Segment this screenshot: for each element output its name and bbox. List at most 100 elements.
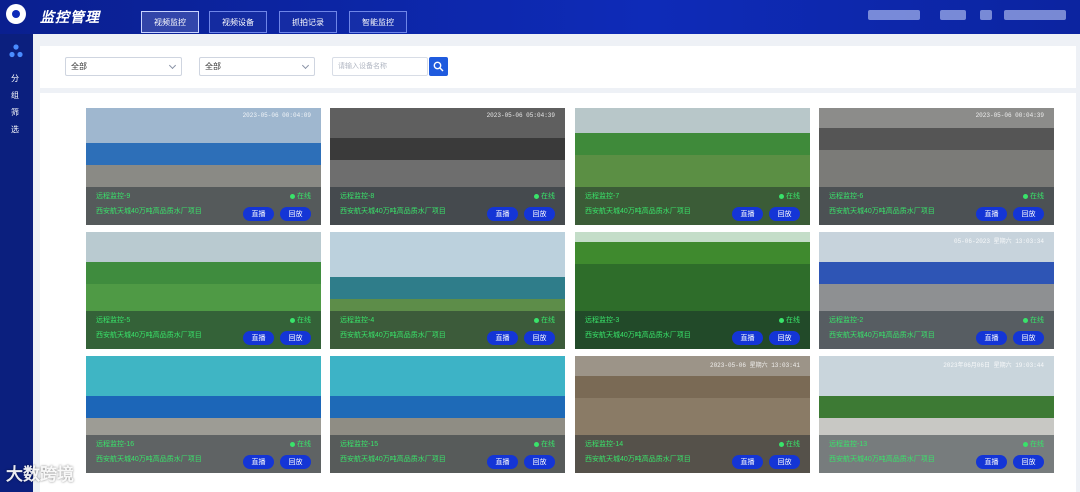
camera-card[interactable]: 远程监控-5 西安航天城40万吨高品质水厂项目 在线 直播 回放 bbox=[86, 232, 321, 349]
camera-card[interactable]: 2023-05-06 星期六 13:03:41 远程监控-14 西安航天城40万… bbox=[575, 356, 810, 473]
live-button[interactable]: 直播 bbox=[976, 331, 1007, 345]
playback-button[interactable]: 回放 bbox=[280, 207, 311, 221]
sidebar-label: 筛 bbox=[11, 108, 19, 117]
group-tree-icon[interactable] bbox=[9, 44, 23, 58]
online-dot-icon bbox=[779, 441, 784, 447]
camera-card[interactable]: 2023-05-06 00:04:39 远程监控-6 西安航天城40万吨高品质水… bbox=[819, 108, 1054, 225]
camera-card[interactable]: 远程监控-16 西安航天城40万吨高品质水厂项目 在线 直播 回放 bbox=[86, 356, 321, 473]
camera-card[interactable]: 远程监控-3 西安航天城40万吨高品质水厂项目 在线 直播 回放 bbox=[575, 232, 810, 349]
playback-button[interactable]: 回放 bbox=[1013, 207, 1044, 221]
camera-name: 远程监控-15 bbox=[340, 441, 379, 448]
status-text: 在线 bbox=[786, 317, 800, 324]
status-text: 在线 bbox=[1030, 193, 1044, 200]
tab-video-monitor[interactable]: 视频监控 bbox=[141, 11, 199, 33]
camera-project: 西安航天城40万吨高品质水厂项目 bbox=[829, 208, 935, 215]
camera-project: 西安航天城40万吨高品质水厂项目 bbox=[585, 208, 691, 215]
status-badge: 在线 bbox=[779, 439, 800, 449]
playback-button[interactable]: 回放 bbox=[1013, 331, 1044, 345]
status-text: 在线 bbox=[1030, 317, 1044, 324]
camera-card[interactable]: 2023-05-06 05:04:39 远程监控-8 西安航天城40万吨高品质水… bbox=[330, 108, 565, 225]
camera-card[interactable]: 远程监控-15 西安航天城40万吨高品质水厂项目 在线 直播 回放 bbox=[330, 356, 565, 473]
device-search-input[interactable]: 请输入设备名称 bbox=[332, 57, 428, 76]
status-text: 在线 bbox=[786, 441, 800, 448]
project-select[interactable]: 全部 bbox=[65, 57, 182, 76]
status-badge: 在线 bbox=[779, 191, 800, 201]
online-dot-icon bbox=[1023, 317, 1028, 323]
camera-name: 远程监控-4 bbox=[340, 317, 375, 324]
tab-smart-monitor[interactable]: 智能监控 bbox=[349, 11, 407, 33]
online-dot-icon bbox=[534, 441, 539, 447]
playback-button[interactable]: 回放 bbox=[769, 207, 800, 221]
camera-name: 远程监控-8 bbox=[340, 193, 375, 200]
status-badge: 在线 bbox=[1023, 439, 1044, 449]
playback-button[interactable]: 回放 bbox=[769, 455, 800, 469]
camera-name: 远程监控-14 bbox=[585, 441, 624, 448]
camera-name: 远程监控-13 bbox=[829, 441, 868, 448]
camera-card[interactable]: 远程监控-4 西安航天城40万吨高品质水厂项目 在线 直播 回放 bbox=[330, 232, 565, 349]
status-text: 在线 bbox=[297, 317, 311, 324]
playback-button[interactable]: 回放 bbox=[280, 455, 311, 469]
filter-bar: 全部 全部 请输入设备名称 bbox=[40, 46, 1076, 88]
camera-project: 西安航天城40万吨高品质水厂项目 bbox=[340, 332, 446, 339]
playback-button[interactable]: 回放 bbox=[769, 331, 800, 345]
status-badge: 在线 bbox=[290, 315, 311, 325]
camera-name: 远程监控-5 bbox=[96, 317, 131, 324]
status-badge: 在线 bbox=[534, 439, 555, 449]
status-badge: 在线 bbox=[1023, 315, 1044, 325]
playback-button[interactable]: 回放 bbox=[280, 331, 311, 345]
live-button[interactable]: 直播 bbox=[732, 331, 763, 345]
blurred-user-info bbox=[1004, 10, 1066, 20]
camera-project: 西安航天城40万吨高品质水厂项目 bbox=[829, 332, 935, 339]
camera-timestamp: 2023-05-06 00:04:39 bbox=[975, 112, 1044, 119]
online-dot-icon bbox=[290, 317, 295, 323]
online-dot-icon bbox=[290, 441, 295, 447]
camera-project: 西安航天城40万吨高品质水厂项目 bbox=[96, 208, 202, 215]
camera-card[interactable]: 2023年06月06日 星期六 19:03:44 远程监控-13 西安航天城40… bbox=[819, 356, 1054, 473]
live-button[interactable]: 直播 bbox=[976, 207, 1007, 221]
live-button[interactable]: 直播 bbox=[732, 207, 763, 221]
live-button[interactable]: 直播 bbox=[487, 331, 518, 345]
search-button[interactable] bbox=[429, 57, 448, 76]
blurred-user-info bbox=[980, 10, 992, 20]
tab-video-devices[interactable]: 视频设备 bbox=[209, 11, 267, 33]
status-text: 在线 bbox=[1030, 441, 1044, 448]
live-button[interactable]: 直播 bbox=[976, 455, 1007, 469]
live-button[interactable]: 直播 bbox=[243, 331, 274, 345]
tab-capture-records[interactable]: 抓拍记录 bbox=[279, 11, 337, 33]
group-select-value: 全部 bbox=[205, 62, 221, 71]
live-button[interactable]: 直播 bbox=[487, 455, 518, 469]
live-button[interactable]: 直播 bbox=[487, 207, 518, 221]
playback-button[interactable]: 回放 bbox=[524, 207, 555, 221]
camera-project: 西安航天城40万吨高品质水厂项目 bbox=[340, 456, 446, 463]
camera-name: 远程监控-2 bbox=[829, 317, 864, 324]
search-icon bbox=[433, 61, 444, 72]
status-badge: 在线 bbox=[534, 191, 555, 201]
status-badge: 在线 bbox=[534, 315, 555, 325]
live-button[interactable]: 直播 bbox=[243, 207, 274, 221]
camera-timestamp: 2023-05-06 00:04:09 bbox=[242, 112, 311, 119]
live-button[interactable]: 直播 bbox=[732, 455, 763, 469]
camera-card[interactable]: 远程监控-7 西安航天城40万吨高品质水厂项目 在线 直播 回放 bbox=[575, 108, 810, 225]
camera-project: 西安航天城40万吨高品质水厂项目 bbox=[96, 332, 202, 339]
playback-button[interactable]: 回放 bbox=[524, 455, 555, 469]
playback-button[interactable]: 回放 bbox=[1013, 455, 1044, 469]
camera-name: 远程监控-7 bbox=[585, 193, 620, 200]
camera-card[interactable]: 2023-05-06 00:04:09 远程监控-9 西安航天城40万吨高品质水… bbox=[86, 108, 321, 225]
camera-card[interactable]: 05-06-2023 星期六 13:03:34 远程监控-2 西安航天城40万吨… bbox=[819, 232, 1054, 349]
watermark-text: 大数跨境 bbox=[6, 465, 74, 484]
status-text: 在线 bbox=[297, 441, 311, 448]
camera-project: 西安航天城40万吨高品质水厂项目 bbox=[96, 456, 202, 463]
online-dot-icon bbox=[1023, 193, 1028, 199]
online-dot-icon bbox=[534, 317, 539, 323]
chevron-down-icon bbox=[168, 61, 177, 70]
camera-timestamp: 2023-05-06 05:04:39 bbox=[486, 112, 555, 119]
online-dot-icon bbox=[779, 193, 784, 199]
status-text: 在线 bbox=[297, 193, 311, 200]
live-button[interactable]: 直播 bbox=[243, 455, 274, 469]
playback-button[interactable]: 回放 bbox=[524, 331, 555, 345]
camera-timestamp: 2023-05-06 星期六 13:03:41 bbox=[709, 362, 800, 369]
online-dot-icon bbox=[534, 193, 539, 199]
online-dot-icon bbox=[779, 317, 784, 323]
group-select[interactable]: 全部 bbox=[199, 57, 315, 76]
sidebar-label: 组 bbox=[11, 91, 19, 100]
